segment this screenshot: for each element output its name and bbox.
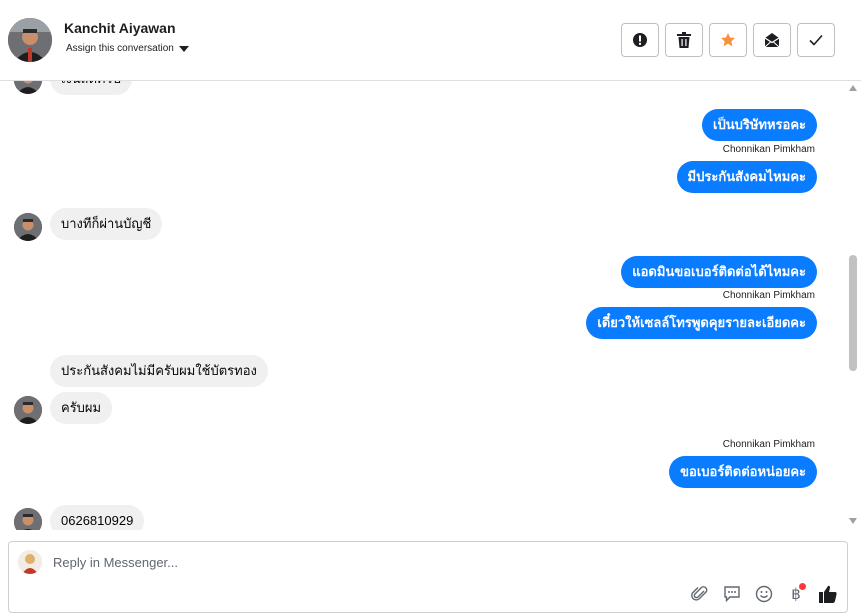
checkmark-icon (809, 34, 823, 46)
sender-name: Chonnikan Pimkham (722, 439, 815, 450)
contact-avatar-small (14, 213, 42, 241)
contact-avatar-small (14, 396, 42, 424)
saved-reply-icon (724, 586, 740, 603)
contact-avatar[interactable] (8, 18, 52, 62)
thread-scrollbar[interactable] (846, 81, 861, 530)
envelope-icon (764, 33, 780, 48)
chevron-down-icon (178, 45, 189, 52)
contact-avatar-small (14, 81, 42, 94)
sender-name: Chonnikan Pimkham (722, 144, 815, 155)
thumbs-up-icon (819, 585, 837, 603)
reply-input[interactable] (53, 553, 653, 571)
composer-tools: ฿ (689, 583, 839, 605)
sender-name: Chonnikan Pimkham (722, 290, 815, 301)
message-bubble-outgoing[interactable]: แอดมินขอเบอร์ติดต่อได้ไหมคะ (621, 256, 817, 288)
emoji-icon (755, 585, 773, 603)
delete-button[interactable] (665, 23, 703, 57)
star-icon (721, 33, 735, 47)
saved-replies-button[interactable] (721, 583, 743, 605)
page-avatar (18, 550, 42, 574)
message-bubble-outgoing[interactable]: เดี๋ยวให้เซลล์โทรพูดคุยรายละเอียดคะ (586, 307, 817, 339)
conversation-header: Kanchit Aiyawan Assign this conversation (0, 0, 861, 81)
scrollbar-thumb[interactable] (849, 255, 857, 371)
contact-avatar-small (14, 508, 42, 530)
conversation-actions (621, 23, 835, 57)
mark-unread-button[interactable] (753, 23, 791, 57)
alert-circle-icon (633, 33, 647, 47)
message-bubble-incoming[interactable]: ประกันสังคมไม่มีครับผมใช้บัตรทอง (50, 355, 268, 387)
trash-icon (677, 32, 691, 48)
message-thread[interactable]: เงินสดครับ เป็นบริษัทหรอคะ Chonnikan Pim… (0, 81, 846, 530)
emoji-button[interactable] (753, 583, 775, 605)
scroll-down-arrow-icon[interactable] (849, 518, 857, 524)
star-button[interactable] (709, 23, 747, 57)
attach-file-button[interactable] (689, 583, 711, 605)
reply-composer: ฿ (8, 541, 848, 613)
mark-spam-button[interactable] (621, 23, 659, 57)
paperclip-icon (691, 586, 708, 601)
payment-button[interactable]: ฿ (785, 583, 807, 605)
notification-dot (799, 583, 806, 590)
assign-label: Assign this conversation (66, 43, 174, 54)
message-bubble-incoming[interactable]: ครับผม (50, 392, 113, 424)
message-bubble-outgoing[interactable]: เป็นบริษัทหรอคะ (702, 109, 817, 141)
message-bubble-outgoing[interactable]: มีประกันสังคมไหมคะ (676, 161, 817, 193)
message-bubble-incoming[interactable]: บางทีก็ผ่านบัญชี (50, 208, 163, 240)
contact-name: Kanchit Aiyawan (64, 20, 176, 36)
mark-done-button[interactable] (797, 23, 835, 57)
message-bubble-outgoing[interactable]: ขอเบอร์ติดต่อหน่อยคะ (669, 456, 817, 488)
assign-conversation-dropdown[interactable]: Assign this conversation (66, 43, 189, 54)
scroll-up-arrow-icon[interactable] (849, 85, 857, 91)
like-button[interactable] (817, 583, 839, 605)
message-bubble-incoming[interactable]: เงินสดครับ (50, 81, 132, 95)
message-bubble-incoming[interactable]: 0626810929 (50, 505, 145, 530)
